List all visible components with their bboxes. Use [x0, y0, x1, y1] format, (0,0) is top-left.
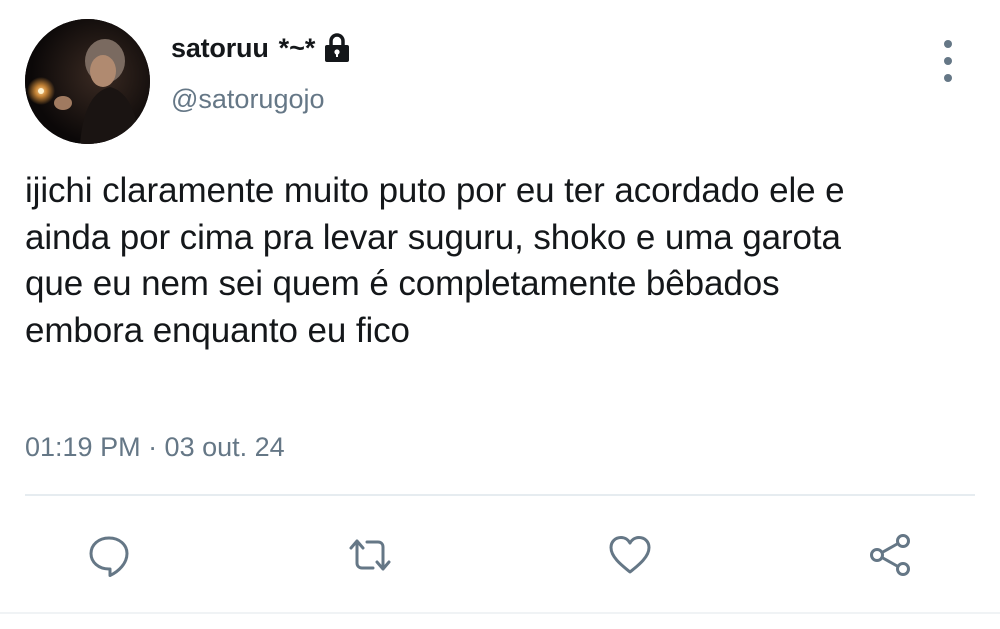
avatar[interactable]: [25, 19, 150, 144]
more-options-icon: [944, 40, 952, 48]
more-options-dot: [944, 74, 952, 82]
share-icon: [870, 534, 910, 576]
user-handle[interactable]: @satorugojo: [171, 84, 325, 115]
avatar-image: [25, 19, 150, 144]
retweet-icon: [349, 539, 391, 571]
more-options-button[interactable]: [934, 40, 962, 82]
display-name-decoration: *~*: [278, 32, 316, 63]
tweet-timestamp[interactable]: 01:19 PM · 03 out. 24: [25, 432, 285, 463]
reply-button[interactable]: [84, 530, 134, 580]
share-button[interactable]: [865, 530, 915, 580]
more-options-dot: [944, 57, 952, 65]
heart-icon: [609, 536, 651, 574]
lock-icon: [323, 33, 351, 63]
like-button[interactable]: [605, 530, 655, 580]
display-name-row: satoruu *~*: [171, 28, 351, 68]
tweet-card: satoruu *~* @satorugojo ijichi clarament…: [0, 0, 1000, 629]
divider: [25, 494, 975, 496]
display-name[interactable]: satoruu: [171, 33, 269, 64]
bottom-divider: [0, 612, 1000, 614]
tweet-text: ijichi claramente muito puto por eu ter …: [25, 171, 845, 350]
comment-icon: [89, 536, 129, 577]
retweet-button[interactable]: [345, 530, 395, 580]
